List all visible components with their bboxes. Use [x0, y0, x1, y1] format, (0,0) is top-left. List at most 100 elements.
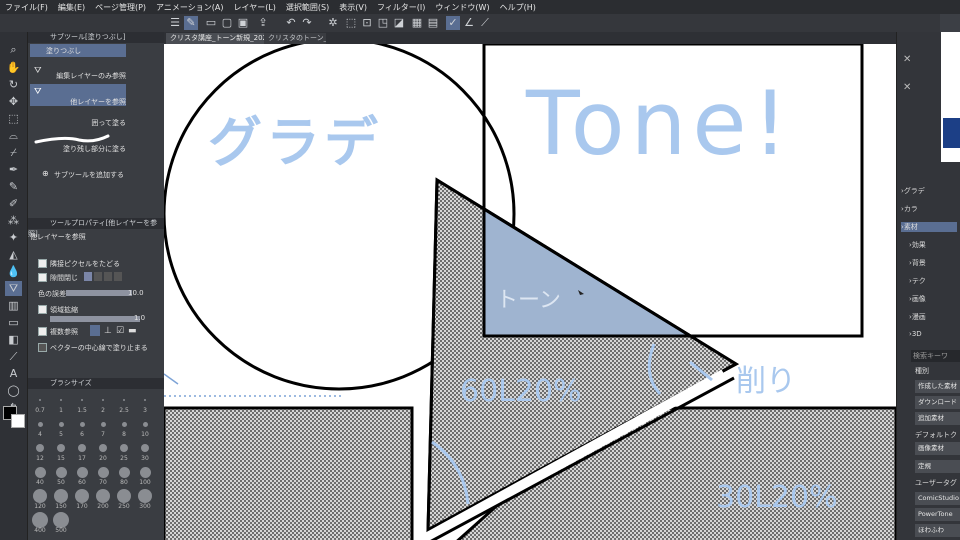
blend-icon[interactable]: 💧 [5, 264, 22, 279]
search-input[interactable]: 検索キーワ [911, 350, 960, 362]
save-icon[interactable]: ▣ [236, 16, 250, 30]
clear-icon[interactable]: ◳ [376, 16, 390, 30]
eyedropper-icon[interactable]: ⌿ [5, 145, 22, 160]
close-icon[interactable]: ✕ [903, 54, 911, 65]
brush-size-cell[interactable]: 4 [30, 416, 50, 439]
tree-item-image[interactable]: ›画像 [909, 294, 926, 304]
brush-size-cell[interactable]: 120 [30, 488, 50, 511]
color-margin-slider[interactable] [66, 290, 132, 296]
vector-center-row[interactable]: ベクターの中心線で塗り止まる [36, 342, 162, 353]
tab-document-2[interactable]: クリスタのトーン_CI [264, 33, 326, 44]
multi-ref-row[interactable]: 複数参照 ⊥ ☑ ▬ [36, 325, 154, 337]
brush-size-cell[interactable]: 15 [51, 440, 71, 463]
brush-size-cell[interactable]: 1.5 [72, 392, 92, 415]
deselect-icon[interactable]: ⬚ [344, 16, 358, 30]
zoom-icon[interactable]: ⌕ [5, 42, 22, 57]
brush-size-cell[interactable]: 70 [93, 464, 113, 487]
brush-size-cell[interactable]: 12 [30, 440, 50, 463]
gap-level-4[interactable] [114, 272, 122, 281]
figure-icon[interactable]: ▭ [5, 315, 22, 330]
expand-checkbox[interactable] [38, 305, 47, 314]
brush-size-cell[interactable]: 6 [72, 416, 92, 439]
brush-size-cell[interactable]: 2 [93, 392, 113, 415]
text-icon[interactable]: A [5, 366, 22, 381]
menu-edit[interactable]: 編集(E) [53, 2, 90, 13]
menu-selection[interactable]: 選択範囲(S) [281, 2, 334, 13]
undo-icon[interactable]: ↶ [284, 16, 298, 30]
eraser-icon[interactable]: ◭ [5, 247, 22, 262]
tree-item-material[interactable]: ›素材 [901, 222, 957, 232]
new-icon[interactable]: ▭ [204, 16, 218, 30]
adjacent-pixel-row[interactable]: 隣接ピクセルをたどる [36, 258, 154, 269]
close-gap-row[interactable]: 隙間閉じ [36, 272, 154, 283]
subtool-refer-other-layers[interactable]: ⛛ 他レイヤーを参照 [30, 84, 126, 106]
tag-fluffy[interactable]: ほわふわ [915, 524, 960, 537]
menu-icon[interactable]: ☰ [168, 16, 182, 30]
tree-item-manga[interactable]: ›漫画 [909, 312, 926, 322]
menu-page[interactable]: ページ管理(P) [90, 2, 151, 13]
menu-animation[interactable]: アニメーション(A) [151, 2, 228, 13]
frame-icon[interactable]: ◧ [5, 332, 22, 347]
move-icon[interactable]: ✥ [5, 94, 22, 109]
brush-size-cell[interactable]: 5 [51, 416, 71, 439]
brush-size-cell[interactable]: 25 [114, 440, 134, 463]
brush-size-cell[interactable]: 3 [135, 392, 155, 415]
ref-layer-icon[interactable]: ⊥ [104, 326, 112, 336]
filter-image-material[interactable]: 画像素材 [915, 442, 960, 455]
subtool-enclose-fill[interactable]: 囲って塗る [30, 112, 126, 128]
airbrush-icon[interactable]: ⁂ [5, 213, 22, 228]
ruler-tool-icon[interactable]: ⟋ [5, 349, 22, 364]
ref-all-layers-icon[interactable] [90, 325, 100, 336]
menu-view[interactable]: 表示(V) [334, 2, 372, 13]
tree-item-background[interactable]: ›背景 [909, 258, 926, 268]
subtool-fill-remaining[interactable]: 塗り残し部分に塗る [30, 130, 126, 153]
gap-level-1[interactable] [84, 272, 92, 281]
lasso-icon[interactable]: ⌓ [5, 128, 22, 143]
brush-size-cell[interactable]: 500 [51, 512, 71, 535]
filter-created-material[interactable]: 作成した素材 [915, 380, 960, 393]
brush-size-cell[interactable]: 80 [114, 464, 134, 487]
settings-icon[interactable]: ✲ [326, 16, 340, 30]
filter-ruler[interactable]: 定規 [915, 460, 960, 473]
gap-level-3[interactable] [104, 272, 112, 281]
open-icon[interactable]: ▢ [220, 16, 234, 30]
menu-help[interactable]: ヘルプ(H) [495, 2, 541, 13]
expand-row[interactable]: 領域拡縮 1.0 [36, 304, 154, 322]
sub-color-swatch[interactable] [11, 414, 25, 428]
tag-powertone[interactable]: PowerTone [915, 508, 960, 521]
brush-size-cell[interactable]: 30 [135, 440, 155, 463]
brush-size-cell[interactable]: 60 [72, 464, 92, 487]
grid-icon[interactable]: ▦ [410, 16, 424, 30]
close-gap-checkbox[interactable] [38, 273, 47, 282]
brush-size-cell[interactable]: 17 [72, 440, 92, 463]
subtool-fill[interactable]: 塗りつぶし [30, 44, 126, 57]
menu-filter[interactable]: フィルター(I) [372, 2, 430, 13]
brush-size-cell[interactable]: 40 [30, 464, 50, 487]
vector-center-checkbox[interactable] [38, 343, 47, 352]
brush-size-cell[interactable]: 100 [135, 464, 155, 487]
brush-size-cell[interactable]: 0.7 [30, 392, 50, 415]
export-icon[interactable]: ⇪ [256, 16, 270, 30]
pen-ruler-icon[interactable]: ⟋ [478, 16, 492, 30]
brush-size-cell[interactable]: 20 [93, 440, 113, 463]
multi-ref-checkbox[interactable] [38, 327, 47, 336]
tree-item-color[interactable]: ›カラ [901, 204, 918, 214]
transform-icon[interactable]: ⊡ [360, 16, 374, 30]
pen-icon[interactable]: ✒ [5, 162, 22, 177]
tab-document-1[interactable]: クリスタ講座_トーン新規_2021* [166, 33, 264, 44]
gradient-icon[interactable]: ▥ [5, 298, 22, 313]
pen-line-icon[interactable]: ∠ [462, 16, 476, 30]
tree-item-effect[interactable]: ›効果 [909, 240, 926, 250]
tree-item-gradation[interactable]: ›グラデ [901, 186, 925, 196]
brush-size-cell[interactable]: 10 [135, 416, 155, 439]
tree-item-3d[interactable]: ›3D [909, 330, 922, 338]
brush-size-cell[interactable]: 170 [72, 488, 92, 511]
redo-icon[interactable]: ↷ [300, 16, 314, 30]
filter-additional[interactable]: 追加素材 [915, 412, 960, 425]
drawing-canvas[interactable]: グラデ Tone! トーン 60L20% 30L20% 削り [164, 44, 896, 540]
brush-size-cell[interactable]: 1 [51, 392, 71, 415]
ref-folder-icon[interactable]: ▬ [128, 326, 137, 336]
brush-size-cell[interactable]: 250 [114, 488, 134, 511]
color-margin-row[interactable]: 色の誤差 10.0 [36, 288, 154, 299]
subtool-edit-layer-only[interactable]: ⛛ 編集レイヤーのみ参照 [30, 60, 126, 80]
